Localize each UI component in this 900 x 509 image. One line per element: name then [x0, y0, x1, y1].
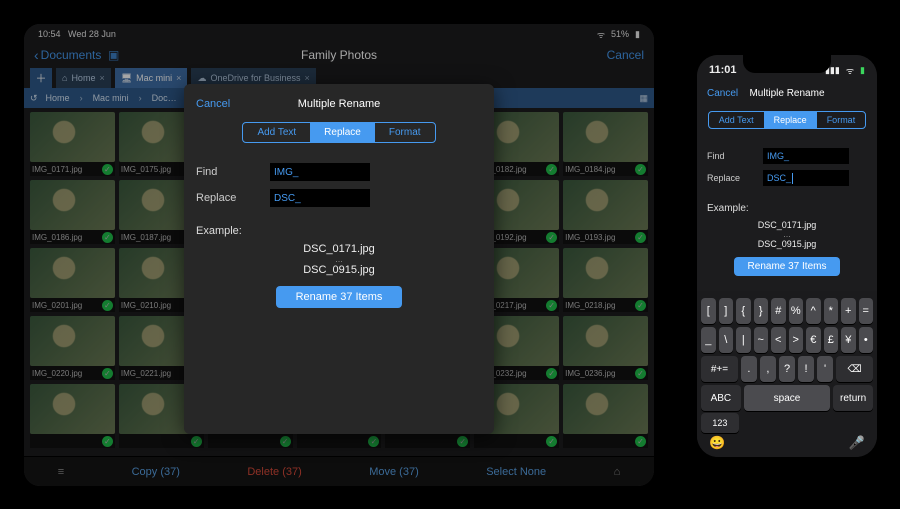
- iphone-screen: 11:01 ▮▮▮ ᯤ ▮ Cancel Multiple Rename Add…: [697, 55, 877, 457]
- key[interactable]: €: [806, 327, 821, 353]
- example-to: DSC_0915.jpg: [707, 239, 867, 249]
- example-label: Example:: [707, 203, 867, 214]
- key-abc[interactable]: ABC: [701, 385, 741, 411]
- modal-title: Multiple Rename: [707, 88, 867, 99]
- key-numbers[interactable]: 123: [701, 413, 739, 433]
- find-input[interactable]: IMG_: [270, 163, 370, 181]
- emoji-icon[interactable]: 😀: [709, 435, 725, 451]
- iphone-device: 11:01 ▮▮▮ ᯤ ▮ Cancel Multiple Rename Add…: [688, 46, 886, 466]
- replace-label: Replace: [196, 192, 252, 204]
- key[interactable]: ^: [806, 298, 821, 324]
- key[interactable]: #: [771, 298, 786, 324]
- key[interactable]: [: [701, 298, 716, 324]
- example-dots: …: [707, 230, 867, 239]
- rename-button[interactable]: Rename 37 Items: [276, 286, 403, 308]
- key-dot[interactable]: .: [741, 356, 757, 382]
- key[interactable]: £: [824, 327, 839, 353]
- segment-add-text[interactable]: Add Text: [709, 112, 764, 128]
- rename-modal: Cancel Multiple Rename Add Text Replace …: [697, 79, 877, 291]
- example-body: DSC_0171.jpg … DSC_0915.jpg: [196, 243, 482, 276]
- ipad-device: 10:54 Wed 28 Jun ᯤ 51% ▮ ‹ Documents ▣ F…: [14, 14, 664, 496]
- segment-add-text[interactable]: Add Text: [243, 123, 310, 142]
- key[interactable]: +: [841, 298, 856, 324]
- example-label: Example:: [196, 225, 482, 237]
- key[interactable]: *: [824, 298, 839, 324]
- replace-label: Replace: [707, 173, 753, 183]
- example-from: DSC_0171.jpg: [707, 220, 867, 230]
- key-bang[interactable]: !: [798, 356, 814, 382]
- key-question[interactable]: ?: [779, 356, 795, 382]
- find-input[interactable]: IMG_: [763, 148, 849, 164]
- segment-replace[interactable]: Replace: [310, 123, 375, 142]
- key-return[interactable]: return: [833, 385, 873, 411]
- key[interactable]: ¥: [841, 327, 856, 353]
- key[interactable]: ~: [754, 327, 769, 353]
- key[interactable]: •: [859, 327, 874, 353]
- modal-title: Multiple Rename: [196, 98, 482, 110]
- key-apos[interactable]: ': [817, 356, 833, 382]
- status-right: ▮▮▮ ᯤ ▮: [825, 64, 865, 77]
- key[interactable]: |: [736, 327, 751, 353]
- key[interactable]: _: [701, 327, 716, 353]
- mode-segmented-control: Add Text Replace Format: [708, 111, 866, 129]
- segment-replace[interactable]: Replace: [764, 112, 817, 128]
- text-caret: [792, 173, 793, 184]
- key[interactable]: }: [754, 298, 769, 324]
- key[interactable]: ]: [719, 298, 734, 324]
- find-label: Find: [707, 151, 753, 161]
- find-label: Find: [196, 166, 252, 178]
- key[interactable]: <: [771, 327, 786, 353]
- battery-icon: ▮: [860, 65, 865, 76]
- replace-input[interactable]: DSC_: [763, 170, 849, 186]
- example-body: DSC_0171.jpg … DSC_0915.jpg: [707, 220, 867, 249]
- key[interactable]: %: [789, 298, 804, 324]
- rename-modal: Cancel Multiple Rename Add Text Replace …: [184, 84, 494, 434]
- example-from: DSC_0171.jpg: [196, 243, 482, 255]
- segment-format[interactable]: Format: [817, 112, 866, 128]
- status-time: 11:01: [709, 64, 737, 76]
- key-backspace[interactable]: ⌫: [836, 356, 873, 382]
- mic-icon[interactable]: 🎤: [849, 435, 865, 451]
- key-comma[interactable]: ,: [760, 356, 776, 382]
- key[interactable]: >: [789, 327, 804, 353]
- key[interactable]: \: [719, 327, 734, 353]
- ipad-screen: 10:54 Wed 28 Jun ᯤ 51% ▮ ‹ Documents ▣ F…: [24, 24, 654, 486]
- key-space[interactable]: space: [744, 385, 830, 411]
- example-dots: …: [196, 255, 482, 264]
- key-shift[interactable]: #+=: [701, 356, 738, 382]
- notch: [743, 55, 831, 73]
- segment-format[interactable]: Format: [375, 123, 435, 142]
- key[interactable]: {: [736, 298, 751, 324]
- replace-input[interactable]: DSC_: [270, 189, 370, 207]
- wifi-icon: ᯤ: [846, 64, 854, 77]
- example-to: DSC_0915.jpg: [196, 264, 482, 276]
- keyboard: []{}#%^*+= _\|~<>€£¥• #+= . , ? ! ' ⌫ AB…: [697, 291, 877, 457]
- rename-button[interactable]: Rename 37 Items: [734, 257, 841, 276]
- key[interactable]: =: [859, 298, 874, 324]
- mode-segmented-control: Add Text Replace Format: [242, 122, 435, 143]
